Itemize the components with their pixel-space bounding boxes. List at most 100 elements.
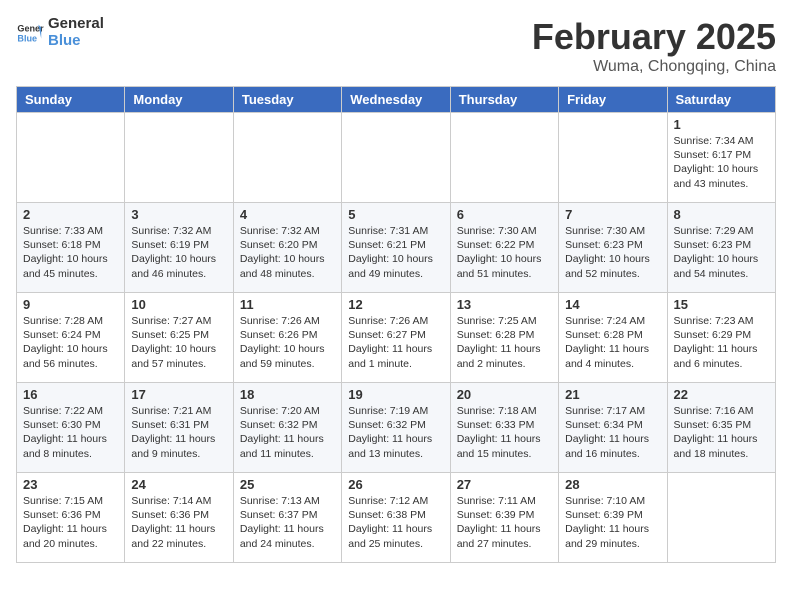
day-info: Sunrise: 7:21 AM Sunset: 6:31 PM Dayligh… [131, 404, 226, 461]
day-number: 12 [348, 297, 443, 312]
day-info: Sunrise: 7:16 AM Sunset: 6:35 PM Dayligh… [674, 404, 769, 461]
calendar-cell: 3Sunrise: 7:32 AM Sunset: 6:19 PM Daylig… [125, 203, 233, 293]
logo-icon: General Blue [16, 19, 44, 47]
calendar-day-header: Saturday [667, 87, 775, 113]
day-number: 16 [23, 387, 118, 402]
location-title: Wuma, Chongqing, China [532, 58, 776, 76]
day-number: 1 [674, 117, 769, 132]
calendar-cell: 14 Sunrise: 7:24 AM Sunset: 6:28 PM Dayli… [559, 293, 667, 383]
day-number: 27 [457, 477, 552, 492]
day-info: Sunrise: 7:31 AM Sunset: 6:21 PM Dayligh… [348, 224, 443, 281]
calendar-day-header: Tuesday [233, 87, 341, 113]
calendar-cell: 11 Sunrise: 7:26 AM Sunset: 6:26 PM Dayli… [233, 293, 341, 383]
day-number: 6 [457, 207, 552, 222]
calendar-cell [559, 113, 667, 203]
calendar-cell: 6 Sunrise: 7:30 AM Sunset: 6:22 PM Daylig… [450, 203, 558, 293]
calendar-cell: 4 Sunrise: 7:32 AM Sunset: 6:20 PM Daylig… [233, 203, 341, 293]
day-info: Sunrise: 7:32 AM Sunset: 6:20 PM Dayligh… [240, 224, 335, 281]
calendar-cell: 23 Sunrise: 7:15 AM Sunset: 6:36 PM Dayli… [17, 473, 125, 563]
svg-text:Blue: Blue [17, 33, 37, 43]
day-number: 18 [240, 387, 335, 402]
calendar-header-row: SundayMondayTuesdayWednesdayThursdayFrid… [17, 87, 776, 113]
calendar-cell: 9 Sunrise: 7:28 AM Sunset: 6:24 PM Daylig… [17, 293, 125, 383]
calendar-cell: 19Sunrise: 7:19 AM Sunset: 6:32 PM Dayli… [342, 383, 450, 473]
day-number: 13 [457, 297, 552, 312]
calendar-cell: 22 Sunrise: 7:16 AM Sunset: 6:35 PM Dayli… [667, 383, 775, 473]
calendar-cell: 2Sunrise: 7:33 AM Sunset: 6:18 PM Daylig… [17, 203, 125, 293]
calendar-day-header: Sunday [17, 87, 125, 113]
calendar-cell [450, 113, 558, 203]
day-number: 4 [240, 207, 335, 222]
calendar-day-header: Thursday [450, 87, 558, 113]
day-info: Sunrise: 7:25 AM Sunset: 6:28 PM Dayligh… [457, 314, 552, 371]
calendar-day-header: Wednesday [342, 87, 450, 113]
day-number: 20 [457, 387, 552, 402]
day-number: 28 [565, 477, 660, 492]
calendar-cell: 10 Sunrise: 7:27 AM Sunset: 6:25 PM Dayli… [125, 293, 233, 383]
day-info: Sunrise: 7:32 AM Sunset: 6:19 PM Dayligh… [131, 224, 226, 281]
day-number: 15 [674, 297, 769, 312]
page-header: General Blue General Blue February 2025 … [16, 16, 776, 76]
day-number: 23 [23, 477, 118, 492]
calendar-week-row: 9 Sunrise: 7:28 AM Sunset: 6:24 PM Daylig… [17, 293, 776, 383]
day-info: Sunrise: 7:23 AM Sunset: 6:29 PM Dayligh… [674, 314, 769, 371]
day-info: Sunrise: 7:13 AM Sunset: 6:37 PM Dayligh… [240, 494, 335, 551]
calendar-cell: 28Sunrise: 7:10 AM Sunset: 6:39 PM Dayli… [559, 473, 667, 563]
day-info: Sunrise: 7:24 AM Sunset: 6:28 PM Dayligh… [565, 314, 660, 371]
day-info: Sunrise: 7:30 AM Sunset: 6:22 PM Dayligh… [457, 224, 552, 281]
calendar-cell: 5 Sunrise: 7:31 AM Sunset: 6:21 PM Daylig… [342, 203, 450, 293]
day-info: Sunrise: 7:34 AM Sunset: 6:17 PM Dayligh… [674, 134, 769, 191]
day-info: Sunrise: 7:22 AM Sunset: 6:30 PM Dayligh… [23, 404, 118, 461]
day-number: 24 [131, 477, 226, 492]
day-number: 5 [348, 207, 443, 222]
day-info: Sunrise: 7:29 AM Sunset: 6:23 PM Dayligh… [674, 224, 769, 281]
day-info: Sunrise: 7:12 AM Sunset: 6:38 PM Dayligh… [348, 494, 443, 551]
day-number: 9 [23, 297, 118, 312]
day-info: Sunrise: 7:30 AM Sunset: 6:23 PM Dayligh… [565, 224, 660, 281]
calendar-day-header: Monday [125, 87, 233, 113]
day-info: Sunrise: 7:17 AM Sunset: 6:34 PM Dayligh… [565, 404, 660, 461]
day-number: 10 [131, 297, 226, 312]
calendar-cell: 20Sunrise: 7:18 AM Sunset: 6:33 PM Dayli… [450, 383, 558, 473]
logo-line1: General [48, 16, 104, 33]
calendar-cell: 16 Sunrise: 7:22 AM Sunset: 6:30 PM Dayli… [17, 383, 125, 473]
day-number: 14 [565, 297, 660, 312]
day-info: Sunrise: 7:11 AM Sunset: 6:39 PM Dayligh… [457, 494, 552, 551]
calendar-cell [667, 473, 775, 563]
calendar-cell: 1 Sunrise: 7:34 AM Sunset: 6:17 PM Daylig… [667, 113, 775, 203]
calendar-cell: 18Sunrise: 7:20 AM Sunset: 6:32 PM Dayli… [233, 383, 341, 473]
day-number: 26 [348, 477, 443, 492]
calendar-cell [17, 113, 125, 203]
day-number: 11 [240, 297, 335, 312]
calendar-week-row: 23 Sunrise: 7:15 AM Sunset: 6:36 PM Dayli… [17, 473, 776, 563]
day-info: Sunrise: 7:26 AM Sunset: 6:26 PM Dayligh… [240, 314, 335, 371]
logo: General Blue General Blue [16, 16, 104, 49]
day-number: 22 [674, 387, 769, 402]
day-info: Sunrise: 7:27 AM Sunset: 6:25 PM Dayligh… [131, 314, 226, 371]
calendar-cell: 15 Sunrise: 7:23 AM Sunset: 6:29 PM Dayli… [667, 293, 775, 383]
day-number: 25 [240, 477, 335, 492]
day-number: 2 [23, 207, 118, 222]
calendar-week-row: 1 Sunrise: 7:34 AM Sunset: 6:17 PM Daylig… [17, 113, 776, 203]
calendar-table: SundayMondayTuesdayWednesdayThursdayFrid… [16, 86, 776, 563]
logo-line2: Blue [48, 33, 104, 50]
calendar-cell [342, 113, 450, 203]
calendar-cell: 24 Sunrise: 7:14 AM Sunset: 6:36 PM Dayli… [125, 473, 233, 563]
title-block: February 2025 Wuma, Chongqing, China [532, 16, 776, 76]
calendar-cell: 12 Sunrise: 7:26 AM Sunset: 6:27 PM Dayli… [342, 293, 450, 383]
day-info: Sunrise: 7:15 AM Sunset: 6:36 PM Dayligh… [23, 494, 118, 551]
day-number: 21 [565, 387, 660, 402]
day-number: 8 [674, 207, 769, 222]
day-number: 7 [565, 207, 660, 222]
day-info: Sunrise: 7:28 AM Sunset: 6:24 PM Dayligh… [23, 314, 118, 371]
calendar-cell: 25 Sunrise: 7:13 AM Sunset: 6:37 PM Dayli… [233, 473, 341, 563]
calendar-cell: 27 Sunrise: 7:11 AM Sunset: 6:39 PM Dayli… [450, 473, 558, 563]
calendar-cell [125, 113, 233, 203]
calendar-week-row: 16 Sunrise: 7:22 AM Sunset: 6:30 PM Dayli… [17, 383, 776, 473]
calendar-cell: 17Sunrise: 7:21 AM Sunset: 6:31 PM Dayli… [125, 383, 233, 473]
day-info: Sunrise: 7:14 AM Sunset: 6:36 PM Dayligh… [131, 494, 226, 551]
month-title: February 2025 [532, 16, 776, 58]
day-info: Sunrise: 7:26 AM Sunset: 6:27 PM Dayligh… [348, 314, 443, 371]
day-info: Sunrise: 7:19 AM Sunset: 6:32 PM Dayligh… [348, 404, 443, 461]
calendar-cell: 7 Sunrise: 7:30 AM Sunset: 6:23 PM Daylig… [559, 203, 667, 293]
